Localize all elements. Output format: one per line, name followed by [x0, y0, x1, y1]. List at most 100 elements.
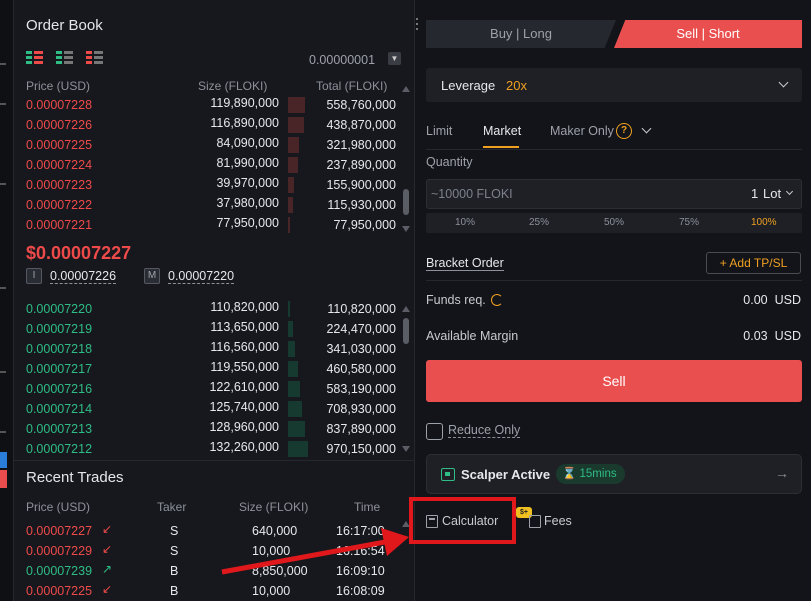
bid-total: 970,150,000: [326, 442, 396, 456]
chevron-down-icon[interactable]: [641, 123, 652, 134]
quantity-value[interactable]: 1: [751, 186, 758, 201]
bid-row[interactable]: 0.00007219 113,650,000 224,470,000: [26, 319, 398, 339]
bid-price: 0.00007214: [26, 402, 93, 416]
ask-row[interactable]: 0.00007221 77,950,000 77,950,000: [26, 215, 398, 235]
scroll-thumb[interactable]: [403, 318, 409, 344]
quantity-label: Quantity: [426, 155, 473, 169]
sell-button[interactable]: Sell: [426, 360, 802, 402]
pct-50[interactable]: 50%: [604, 217, 624, 228]
precision-select[interactable]: 0.00000001: [309, 53, 375, 67]
bid-size: 116,560,000: [210, 340, 279, 354]
lot-unit-select[interactable]: Lot: [763, 186, 781, 201]
pct-100[interactable]: 100%: [751, 217, 777, 228]
bid-row[interactable]: 0.00007218 116,560,000 341,030,000: [26, 339, 398, 359]
ask-depth-bar: [288, 137, 299, 153]
reduce-only-checkbox[interactable]: [426, 423, 443, 440]
scroll-down-icon[interactable]: [402, 446, 410, 452]
bid-row[interactable]: 0.00007217 119,550,000 460,580,000: [26, 359, 398, 379]
pct-10[interactable]: 10%: [455, 217, 475, 228]
trade-time: 16:08:09: [336, 584, 385, 598]
scroll-down-icon[interactable]: [402, 226, 410, 232]
active-tab-indicator: [483, 146, 519, 148]
ask-depth-bar: [288, 177, 294, 193]
bid-row[interactable]: 0.00007214 125,740,000 708,930,000: [26, 399, 398, 419]
fees-label: Fees: [544, 514, 572, 528]
ask-size: 81,990,000: [216, 156, 279, 170]
view-asks-icon[interactable]: [86, 51, 103, 64]
ask-price: 0.00007224: [26, 158, 93, 172]
scroll-up-icon[interactable]: [402, 86, 410, 92]
ask-total: 237,890,000: [326, 158, 396, 172]
bid-row[interactable]: 0.00007220 110,820,000 110,820,000: [26, 299, 398, 319]
side-tabs: Buy | Long Sell | Short: [426, 20, 802, 48]
ask-row[interactable]: 0.00007225 84,090,000 321,980,000: [26, 135, 398, 155]
bid-total: 837,890,000: [326, 422, 396, 436]
bids-scrollbar[interactable]: [402, 306, 410, 452]
ask-price: 0.00007221: [26, 218, 93, 232]
available-margin-label: Available Margin: [426, 329, 519, 343]
scalper-duration-badge: ⌛ 15mins: [556, 464, 625, 484]
tab-sell-short[interactable]: Sell | Short: [614, 20, 802, 48]
tab-maker-only[interactable]: Maker Only: [550, 124, 614, 138]
ask-size: 39,970,000: [216, 176, 279, 190]
ask-row[interactable]: 0.00007223 39,970,000 155,900,000: [26, 175, 398, 195]
fees-icon: [529, 514, 541, 528]
fees-link[interactable]: Fees: [529, 514, 572, 528]
last-price: $0.00007227: [26, 243, 132, 263]
order-book-panel: Order Book 0.00000001 ▼ Price (USD) Size…: [14, 0, 414, 460]
rt-col-time: Time: [354, 500, 381, 514]
edge-tab-blue[interactable]: [0, 452, 7, 468]
ask-row[interactable]: 0.00007226 116,890,000 438,870,000: [26, 115, 398, 135]
trade-taker: B: [170, 584, 179, 598]
trade-taker: S: [170, 544, 179, 558]
scroll-up-icon[interactable]: [402, 306, 410, 312]
trade-row: 0.00007229 ↙ S 10,000 16:16:54: [26, 541, 406, 561]
more-options-icon[interactable]: [416, 18, 418, 33]
bid-row[interactable]: 0.00007213 128,960,000 837,890,000: [26, 419, 398, 439]
ask-depth-bar: [288, 197, 293, 213]
ask-price: 0.00007226: [26, 118, 93, 132]
tab-buy-long[interactable]: Buy | Long: [426, 20, 616, 48]
tab-limit[interactable]: Limit: [426, 124, 452, 138]
bid-total: 460,580,000: [326, 362, 396, 376]
trade-time: 16:09:10: [336, 564, 385, 578]
edge-tab-red[interactable]: [0, 470, 7, 488]
ask-price: 0.00007225: [26, 138, 93, 152]
chevron-down-icon[interactable]: [785, 187, 794, 196]
ask-row[interactable]: 0.00007222 37,980,000 115,930,000: [26, 195, 398, 215]
add-tp-sl-button[interactable]: + Add TP/SL: [706, 252, 801, 274]
index-tag: I: [26, 268, 42, 284]
arrow-right-icon[interactable]: →: [775, 465, 789, 481]
leverage-selector[interactable]: Leverage 20x: [426, 68, 802, 102]
trade-size: 10,000: [252, 584, 291, 598]
mark-price-value[interactable]: 0.00007220: [168, 269, 235, 284]
trade-time: 16:16:54: [336, 544, 385, 558]
bid-row[interactable]: 0.00007212 132,260,000 970,150,000: [26, 439, 398, 459]
chevron-down-icon[interactable]: ▼: [388, 52, 401, 65]
ask-row[interactable]: 0.00007224 81,990,000 237,890,000: [26, 155, 398, 175]
help-icon[interactable]: ?: [616, 123, 632, 139]
view-bids-icon[interactable]: [56, 51, 73, 64]
ask-total: 77,950,000: [333, 218, 396, 232]
index-price-value[interactable]: 0.00007226: [50, 269, 117, 284]
quantity-input[interactable]: ~10000 FLOKI 1 Lot: [426, 179, 802, 209]
refresh-icon[interactable]: [491, 294, 503, 306]
arrow-down-left-icon: ↙: [102, 582, 113, 596]
view-both-icon[interactable]: [26, 51, 43, 64]
funds-amount: 0.00: [743, 293, 768, 307]
scalper-banner[interactable]: Scalper Active ⌛ 15mins →: [426, 454, 802, 494]
trade-row: 0.00007239 ↗ B 8,850,000 16:09:10: [26, 561, 406, 581]
pct-25[interactable]: 25%: [529, 217, 549, 228]
bid-row[interactable]: 0.00007216 122,610,000 583,190,000: [26, 379, 398, 399]
reduce-only-label[interactable]: Reduce Only: [448, 423, 521, 438]
scroll-thumb[interactable]: [403, 189, 409, 215]
tab-market[interactable]: Market: [483, 124, 521, 138]
ask-row[interactable]: 0.00007228 119,890,000 558,760,000: [26, 95, 398, 115]
pct-75[interactable]: 75%: [679, 217, 699, 228]
funds-required-value: 0.00 USD: [743, 293, 801, 307]
ask-total: 321,980,000: [326, 138, 396, 152]
bracket-order-label[interactable]: Bracket Order: [426, 256, 504, 271]
bid-size: 110,820,000: [210, 300, 279, 314]
asks-scrollbar[interactable]: [402, 86, 410, 232]
bid-size: 132,260,000: [209, 440, 279, 454]
